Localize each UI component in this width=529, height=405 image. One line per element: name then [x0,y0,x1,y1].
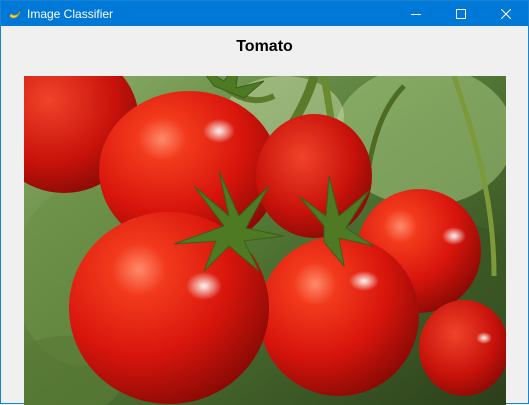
close-button[interactable] [483,1,528,26]
title-bar[interactable]: Image Classifier [1,1,528,26]
window-title: Image Classifier [27,6,114,21]
maximize-button[interactable] [438,1,483,26]
classification-label: Tomato [236,38,293,55]
client-area: Tomato [1,26,528,405]
tomato-photo [24,76,506,405]
maximize-icon [455,8,466,19]
window-controls [393,1,528,26]
app-banana-icon [7,6,23,22]
close-icon [500,8,511,19]
minimize-icon [410,13,421,15]
minimize-button[interactable] [393,1,438,26]
app-window: Image Classifier Tomato [0,0,529,405]
